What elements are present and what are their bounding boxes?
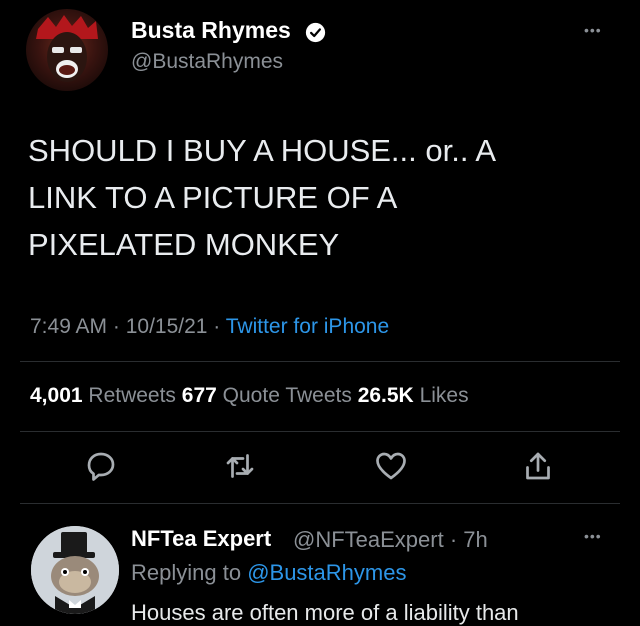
reply-avatar[interactable] bbox=[31, 526, 119, 614]
tweet-text-line: PIXELATED MONKEY bbox=[28, 227, 340, 262]
retweets-stat[interactable]: 4,001 Retweets bbox=[30, 384, 182, 407]
replying-to: Replying to @BustaRhymes bbox=[131, 560, 406, 586]
reply-icon[interactable] bbox=[83, 448, 119, 484]
likes-label: Likes bbox=[413, 384, 469, 407]
divider bbox=[20, 503, 620, 504]
like-icon[interactable] bbox=[373, 448, 409, 484]
verified-badge-icon bbox=[305, 22, 326, 43]
tweet-text: SHOULD I BUY A HOUSE... or.. A LINK TO A… bbox=[28, 127, 618, 268]
reply-text: Houses are often more of a liability tha… bbox=[131, 600, 519, 625]
avatar-image bbox=[36, 15, 98, 82]
replying-to-mention[interactable]: @BustaRhymes bbox=[247, 560, 406, 585]
likes-count: 26.5K bbox=[357, 384, 414, 407]
quote-tweets-count: 677 bbox=[181, 384, 217, 407]
author-name[interactable]: Busta Rhymes bbox=[131, 17, 291, 44]
divider bbox=[20, 361, 620, 362]
divider bbox=[20, 431, 620, 432]
likes-stat[interactable]: 26.5K Likes bbox=[358, 384, 469, 407]
tweet-source-link[interactable]: Twitter for iPhone bbox=[226, 315, 389, 338]
reply-avatar-image bbox=[31, 526, 119, 614]
retweets-label: Retweets bbox=[82, 384, 182, 407]
share-icon[interactable] bbox=[520, 448, 556, 484]
tweet-meta: 7:49 AM · 10/15/21 · Twitter for iPhone bbox=[30, 315, 389, 339]
tweet-timestamp[interactable]: 7:49 AM · 10/15/21 · bbox=[30, 315, 226, 338]
reply-author-handle[interactable]: @NFTeaExpert · 7h bbox=[293, 527, 488, 553]
tweet-text-line: SHOULD I BUY A HOUSE... or.. A bbox=[28, 133, 497, 168]
avatar[interactable] bbox=[26, 9, 108, 91]
tweet-text-line: LINK TO A PICTURE OF A bbox=[28, 180, 398, 215]
retweets-count: 4,001 bbox=[30, 384, 83, 407]
tweet-stats: 4,001 Retweets 677 Quote Tweets 26.5K Li… bbox=[30, 384, 469, 408]
retweet-icon[interactable] bbox=[222, 448, 258, 484]
quotes-stat[interactable]: 677 Quote Tweets bbox=[182, 384, 358, 407]
quote-tweets-label: Quote Tweets bbox=[216, 384, 358, 407]
reply-more-options-icon[interactable]: ••• bbox=[584, 528, 602, 544]
author-handle[interactable]: @BustaRhymes bbox=[131, 50, 283, 74]
more-options-icon[interactable]: ••• bbox=[584, 22, 602, 38]
replying-to-label: Replying to bbox=[131, 560, 248, 585]
reply-author-name[interactable]: NFTea Expert bbox=[131, 526, 271, 552]
